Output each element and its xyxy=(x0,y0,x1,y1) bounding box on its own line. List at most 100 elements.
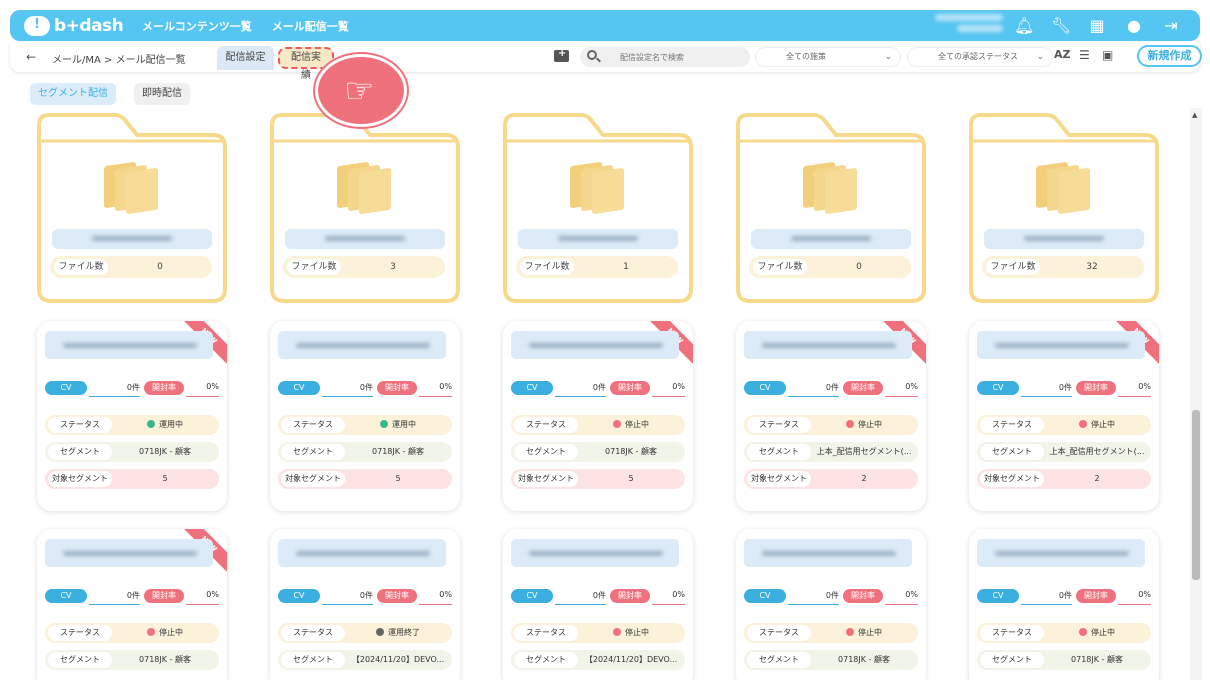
delivery-card[interactable]: CV 0件 開封率 0% ステータス 運用終了 セグメント 【2024/11/2… xyxy=(270,529,460,680)
open-rate-value: 0% xyxy=(439,382,452,391)
open-rate-metric: 開封率 0% xyxy=(1076,587,1151,605)
segment-row: セグメント 【2024/11/20】DEVO... xyxy=(278,650,452,670)
folder-add-icon[interactable] xyxy=(554,48,569,62)
delivery-card[interactable]: NEW CV 0件 開封率 0% ステータス 運用中 セグメント 0718JK … xyxy=(37,321,227,511)
folder-group-icon xyxy=(1036,160,1092,215)
cv-value: 0件 xyxy=(825,383,839,392)
status-value: 運用中 xyxy=(159,420,183,429)
open-rate-label: 開封率 xyxy=(377,589,417,603)
open-rate-value: 0% xyxy=(1138,382,1151,391)
folder-card[interactable]: ファイル数 0 xyxy=(37,113,227,303)
card-name-blurred xyxy=(278,331,446,359)
file-count-label: ファイル数 xyxy=(753,259,807,275)
scrollbar-thumb[interactable] xyxy=(1192,410,1200,580)
search-input[interactable] xyxy=(580,47,750,67)
folder-card[interactable]: ファイル数 3 xyxy=(270,113,460,303)
folder-group-icon xyxy=(570,160,626,215)
file-count-value: 1 xyxy=(623,262,629,272)
new-create-button[interactable]: 新規作成 xyxy=(1137,45,1202,67)
status-label: ステータス xyxy=(281,625,345,641)
segment-row: セグメント 0718JK - 顧客 xyxy=(45,442,219,462)
tab-delivery-settings[interactable]: 配信設定 xyxy=(217,46,274,70)
status-row: ステータス 運用終了 xyxy=(278,623,452,643)
cv-value: 0件 xyxy=(592,591,606,600)
segment-value: 【2024/11/20】DEVO... xyxy=(351,655,445,664)
cv-metric: CV 0件 xyxy=(977,587,1072,605)
list-view-icon[interactable]: ☰ xyxy=(1079,48,1090,62)
search-icon xyxy=(587,50,597,60)
segment-label: セグメント xyxy=(747,652,811,668)
segment-row: セグメント 上本_配信用セグメント(... xyxy=(977,442,1151,462)
scroll-up-icon[interactable]: ▲ xyxy=(1192,111,1197,119)
status-label: ステータス xyxy=(980,417,1044,433)
measure-select[interactable]: 全ての施策 ⌄ xyxy=(755,47,901,67)
segment-row: セグメント 0718JK - 顧客 xyxy=(45,650,219,670)
card-name-blurred xyxy=(744,331,912,359)
folder-group-icon xyxy=(104,160,160,215)
filter-instant-delivery[interactable]: 即時配信 xyxy=(134,83,190,105)
status-label: ステータス xyxy=(48,417,112,433)
chevron-down-icon: ⌄ xyxy=(1036,52,1044,62)
sort-az-icon[interactable]: AZ xyxy=(1054,48,1071,61)
cv-label: CV xyxy=(977,381,1019,395)
open-rate-underline xyxy=(652,396,685,397)
delivery-card[interactable]: NEW CV 0件 開封率 0% ステータス 停止中 セグメント 上本_配信用セ… xyxy=(969,321,1159,511)
file-count: ファイル数 3 xyxy=(283,256,445,278)
segment-value: 上本_配信用セグメント(... xyxy=(1049,447,1145,456)
delivery-card[interactable]: CV 0件 開封率 0% ステータス 停止中 セグメント 【2024/11/20… xyxy=(503,529,693,680)
folder-card[interactable]: ファイル数 1 xyxy=(503,113,693,303)
grid-icon[interactable]: ▦ xyxy=(1088,16,1106,35)
logout-icon[interactable]: ⇥ xyxy=(1162,16,1180,35)
cv-metric: CV 0件 xyxy=(511,587,606,605)
segment-row: セグメント 0718JK - 顧客 xyxy=(278,442,452,462)
segment-row: セグメント 上本_配信用セグメント(... xyxy=(744,442,918,462)
open-rate-value: 0% xyxy=(905,382,918,391)
card-name-blurred xyxy=(511,539,679,567)
folder-group-icon xyxy=(803,160,859,215)
card-view-icon[interactable]: ▣ xyxy=(1102,48,1113,62)
delivery-card[interactable]: NEW CV 0件 開封率 0% ステータス 停止中 セグメント 0718JK … xyxy=(503,321,693,511)
cv-label: CV xyxy=(744,589,786,603)
cv-label: CV xyxy=(45,589,87,603)
delivery-card[interactable]: NEW CV 0件 開封率 0% ステータス 停止中 セグメント 0718JK … xyxy=(37,529,227,680)
segment-label: セグメント xyxy=(281,444,345,460)
cv-value: 0件 xyxy=(359,591,373,600)
wrench-icon[interactable]: 🔧︎ xyxy=(1051,16,1071,35)
status-row: ステータス 運用中 xyxy=(45,415,219,435)
scrollbar[interactable]: ▲ xyxy=(1190,108,1202,680)
open-rate-value: 0% xyxy=(206,590,219,599)
status-row: ステータス 停止中 xyxy=(744,415,918,435)
open-rate-underline xyxy=(186,604,219,605)
user-info-blurred[interactable] xyxy=(935,14,1003,36)
delivery-card[interactable]: CV 0件 開封率 0% ステータス 運用中 セグメント 0718JK - 顧客… xyxy=(270,321,460,511)
bell-icon[interactable]: 🔔︎ xyxy=(1014,16,1034,35)
nav-mail-contents[interactable]: メールコンテンツ一覧 xyxy=(142,18,252,34)
play-status-icon xyxy=(380,420,388,428)
delivery-card[interactable]: CV 0件 開封率 0% ステータス 停止中 セグメント 0718JK - 顧客 xyxy=(736,529,926,680)
card-name-blurred xyxy=(278,539,446,567)
nav-mail-delivery[interactable]: メール配信一覧 xyxy=(272,18,349,34)
delivery-card[interactable]: NEW CV 0件 開封率 0% ステータス 停止中 セグメント 上本_配信用セ… xyxy=(736,321,926,511)
approval-status-select[interactable]: 全ての承認ステータス ⌄ xyxy=(907,47,1053,67)
delivery-card[interactable]: CV 0件 開封率 0% ステータス 停止中 セグメント 0718JK - 顧客 xyxy=(969,529,1159,680)
open-rate-value: 0% xyxy=(206,382,219,391)
segment-row: セグメント 【2024/11/20】DEVO... xyxy=(511,650,685,670)
end-status-icon xyxy=(376,628,384,636)
target-segment-row: 対象セグメント 2 xyxy=(744,469,918,489)
back-arrow-icon[interactable]: ← xyxy=(26,50,36,64)
toolbar: ← メール/MA > メール配信一覧 配信設定 配信実績 全ての施策⌄ 全ての承… xyxy=(10,42,1202,81)
folder-card[interactable]: ファイル数 32 xyxy=(969,113,1159,303)
logo[interactable]: b+dash xyxy=(24,15,124,36)
status-value: 停止中 xyxy=(858,628,882,637)
card-name-blurred xyxy=(45,331,213,359)
filter-segment-delivery[interactable]: セグメント配信 xyxy=(30,83,116,105)
segment-label: セグメント xyxy=(48,444,112,460)
open-rate-underline xyxy=(1118,396,1151,397)
folder-group-icon xyxy=(337,160,393,215)
segment-label: セグメント xyxy=(514,444,578,460)
chat-icon[interactable]: ● xyxy=(1125,16,1143,35)
status-label: ステータス xyxy=(747,417,811,433)
cv-label: CV xyxy=(511,589,553,603)
folder-card[interactable]: ファイル数 0 xyxy=(736,113,926,303)
file-count: ファイル数 0 xyxy=(50,256,212,278)
